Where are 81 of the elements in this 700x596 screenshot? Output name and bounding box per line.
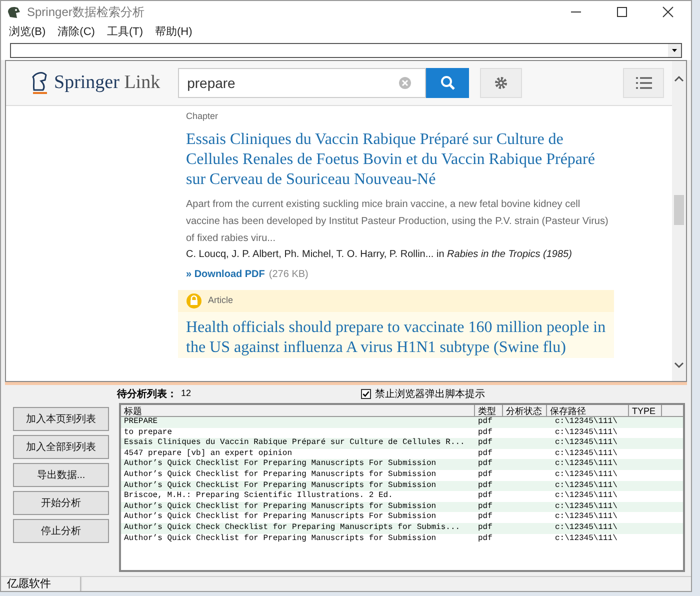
window-title: Springer数据检索分析	[27, 4, 144, 21]
logo-wordmark: Springer Link	[54, 70, 160, 95]
scroll-down-icon[interactable]	[674, 361, 684, 369]
table-cell-text: pdf	[477, 534, 494, 544]
settings-icon	[494, 76, 508, 90]
menu-item[interactable]: 浏览(B)	[9, 24, 46, 40]
list-count: 12	[181, 387, 192, 400]
file-size: (276 KB)	[268, 268, 308, 282]
result-title-link[interactable]: Health officials should prepare to vaccinate 160 million people in the US against influenza A virus H1N1 subtype (Swine flu)	[186, 318, 614, 358]
menu-item[interactable]: 帮助(H)	[155, 24, 192, 40]
table-cell-text: pdf	[477, 470, 494, 481]
table-cell-text: c:\12345\111\	[554, 428, 618, 438]
table-cell-text: Briscoe, M.H.: Preparing Scientific Illustrations. 2 Ed.	[123, 491, 394, 502]
column-header[interactable]: 保存路径	[547, 405, 629, 416]
menu-button[interactable]	[623, 68, 664, 98]
action-button[interactable]: 加入全部到列表	[13, 435, 109, 459]
checkbox-label[interactable]: 禁止浏览器弹出脚本提示	[375, 386, 486, 402]
action-button[interactable]: 开始分析	[13, 491, 109, 515]
table-cell-text: Author’s Quick Checklist for Preparing Manuscripts for Submission	[123, 502, 438, 512]
table-cell-text: Author’s Quick Checklist for Preparing Manuscripts for Submission	[123, 534, 438, 544]
app-icon	[7, 5, 21, 19]
table-cell-text: c:\12345\111\	[554, 438, 618, 449]
table-cell-text: c:\12345\111\	[554, 480, 618, 491]
action-button[interactable]: 加入本页到列表	[13, 407, 109, 431]
table-cell-text: Author’s Quick Check Checklist for Preparing Manuscripts for Submis...	[123, 522, 462, 534]
table-cell-text: c:\12345\111\	[554, 470, 618, 481]
table-cell-text: c:\12345\111\	[554, 417, 618, 428]
horse-logo-icon	[30, 70, 50, 96]
scroll-up-icon[interactable]	[674, 75, 684, 83]
menu-icon	[636, 77, 652, 89]
table-cell-text: Author’s Quick Checklist for Preparing Manuscripts for Submission	[123, 470, 438, 481]
table-cell-text: pdf	[477, 417, 494, 428]
address-combobox[interactable]	[10, 43, 682, 58]
table-cell-text: c:\12345\111\	[554, 448, 618, 459]
list-label: 待分析列表：	[117, 388, 177, 402]
table-cell-text: c:\12345\111\	[554, 512, 618, 523]
table-cell-text: Author’s Quick Checklist for Preparing Manuscripts For Submission	[123, 512, 438, 523]
table-cell-text: c:\12345\111\	[554, 534, 618, 544]
table-cell-text: Author’s Quick CheckList For Preparing Manuscripts for Submission	[123, 480, 438, 491]
search-button[interactable]	[426, 68, 470, 98]
table-cell-text: c:\12345\111\	[554, 522, 618, 534]
search-value: prepare	[186, 74, 236, 93]
table-cell-text: PREPARE	[123, 417, 159, 428]
table-cell-text: Author’s Quick Checklist For Preparing Manuscripts For Submission	[123, 459, 438, 470]
result-title-link[interactable]: Essais Cliniques du Vaccin Rabique Préparé sur Culture de Cellules Renales de Foetus Bovin et du Vaccin Rabique Préparé sur Cerveau de Souriceau Nouveau-Né	[186, 130, 614, 190]
table-cell-text: pdf	[477, 512, 494, 523]
settings-button[interactable]	[480, 68, 522, 98]
column-header[interactable]: 标题	[121, 405, 475, 416]
table-cell-text: c:\12345\111\	[554, 459, 618, 470]
dropdown-icon[interactable]	[668, 44, 681, 57]
column-header[interactable]: 类型	[475, 405, 503, 416]
table-cell-text: pdf	[477, 459, 494, 470]
table-cell-text: pdf	[477, 522, 494, 534]
table-cell-text: pdf	[477, 491, 494, 502]
table-cell-text: pdf	[477, 480, 494, 491]
menu-item[interactable]: 工具(T)	[106, 24, 143, 40]
column-header[interactable]: 分析状态	[503, 405, 547, 416]
table-cell-text: pdf	[477, 502, 494, 512]
column-header[interactable]: TYPE	[629, 405, 662, 416]
scroll-thumb[interactable]	[674, 195, 684, 225]
download-pdf-link[interactable]: » Download PDF	[186, 266, 265, 282]
table-cell-text: 4547 prepare [vb] an expert opinion	[123, 448, 294, 459]
menu-item[interactable]: 清除(C)	[58, 24, 95, 40]
search-field[interactable]: prepare	[178, 68, 426, 98]
table-cell-text: to prepare	[123, 428, 174, 438]
status-text: 亿愿软件	[1, 577, 81, 591]
scrollbar[interactable]	[672, 61, 686, 381]
table-cell-text: Essais Cliniques du Vaccin Rabique Préparé sur Culture de Cellules R...	[123, 438, 466, 449]
table-cell-text: c:\12345\111\	[554, 491, 618, 502]
checkbox[interactable]	[361, 389, 372, 399]
action-button[interactable]: 导出数据...	[13, 463, 109, 487]
result-authors: C. Loucq, J. P. Albert, Ph. Michel, T. O. Harry, P. Rollin... in Rabies in the Tropics (1985)	[186, 248, 573, 262]
result-snippet: Apart from the current existing suckling mice brain vaccine, a new fetal bovine kidney cell vaccine has been developed by Institut Pasteur Production, using the P.V. strain (Pasteur Virus) of fixed rabies viru...	[186, 198, 610, 246]
search-icon	[440, 75, 456, 91]
table-cell-text: c:\12345\111\	[554, 502, 618, 512]
table-cell-text: pdf	[477, 428, 494, 438]
result-type-label: Article	[208, 294, 234, 307]
action-button[interactable]: 停止分析	[13, 519, 109, 543]
result-type-label: Chapter	[186, 110, 218, 123]
table-cell-text: pdf	[477, 438, 494, 449]
table-cell-text: pdf	[477, 448, 494, 459]
